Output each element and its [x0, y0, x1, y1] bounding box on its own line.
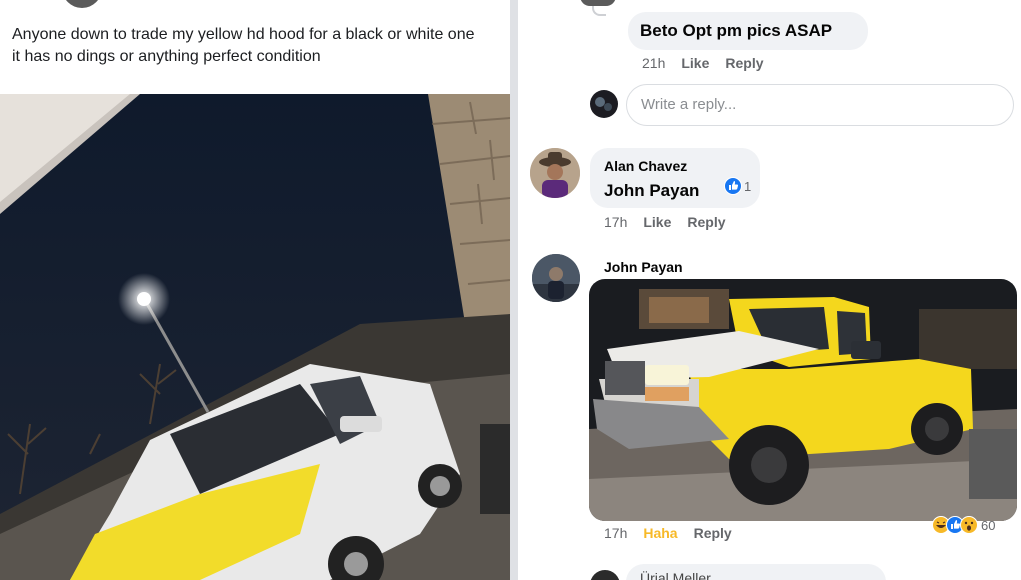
reply-beto-like-button[interactable]: Like — [681, 55, 709, 71]
reply-beto-time: 21h — [642, 55, 666, 71]
like-reaction-icon — [724, 177, 742, 195]
next-comment-bubble[interactable]: Ürial Meller — [626, 564, 886, 580]
comment-photo-yellow-truck[interactable] — [589, 279, 1017, 521]
john-payan-avatar[interactable] — [532, 254, 580, 302]
next-comment-avatar[interactable] — [590, 570, 620, 580]
alan-like-button[interactable]: Like — [643, 214, 671, 230]
john-comment-actions: 17h Haha Reply — [604, 525, 732, 541]
alan-chavez-avatar[interactable] — [530, 148, 580, 198]
wow-reaction-icon — [960, 516, 978, 534]
john-reaction-count: 60 — [981, 517, 996, 533]
reply-beto-reply-button[interactable]: Reply — [725, 55, 763, 71]
next-comment-author[interactable]: Ürial Meller — [640, 570, 711, 580]
alan-reaction-badge[interactable]: 1 — [724, 177, 751, 195]
john-haha-button[interactable]: Haha — [643, 525, 677, 541]
john-reply-button[interactable]: Reply — [694, 525, 732, 541]
divider — [510, 0, 518, 580]
original-post-panel: Anyone down to trade my yellow hd hood f… — [0, 0, 510, 580]
current-user-avatar — [590, 90, 618, 118]
john-comment-time: 17h — [604, 525, 628, 541]
write-reply-placeholder: Write a reply... — [641, 96, 737, 113]
mention-john-payan[interactable]: John Payan — [604, 181, 699, 201]
reply-beto-actions: 21h Like Reply — [642, 55, 764, 71]
alan-comment-time: 17h — [604, 214, 628, 230]
alan-reply-button[interactable]: Reply — [687, 214, 725, 230]
write-reply-input[interactable]: Write a reply... — [626, 84, 1014, 126]
comment-author-john[interactable]: John Payan — [604, 259, 683, 275]
post-author-avatar[interactable] — [62, 0, 102, 8]
reply-text-beto: Beto Opt pm pics ASAP — [640, 21, 833, 40]
john-reaction-badge[interactable]: 60 — [932, 516, 995, 534]
thread-connector-line — [592, 6, 606, 16]
comment-thread-panel: Beto Opt pm pics ASAP 21h Like Reply Wri… — [518, 0, 1021, 580]
post-photo[interactable] — [0, 94, 510, 580]
alan-reaction-count: 1 — [744, 178, 752, 194]
post-text: Anyone down to trade my yellow hd hood f… — [12, 26, 475, 65]
alan-comment-actions: 17h Like Reply — [604, 214, 726, 230]
comment-author-alan[interactable]: Alan Chavez — [604, 158, 687, 174]
reply-bubble-beto[interactable]: Beto Opt pm pics ASAP — [628, 12, 868, 50]
